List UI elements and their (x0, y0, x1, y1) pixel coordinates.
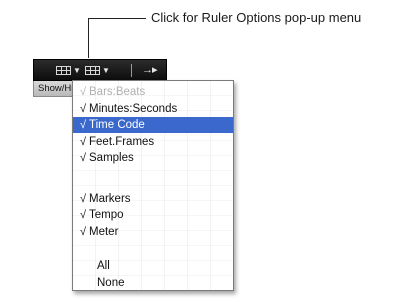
menu-item-label: Meter (89, 226, 119, 238)
ruler-options-menu: √ Bars:Beats √ Minutes:Seconds √ Time Code √ Fe… (72, 80, 234, 291)
menu-item-label: Minutes:Seconds (89, 103, 178, 115)
ruler-options-button[interactable]: ▼ (85, 65, 110, 76)
menu-item-label: Tempo (89, 209, 124, 221)
grid-view-icon (56, 66, 71, 75)
menu-item-bars-beats[interactable]: √ Bars:Beats (73, 84, 233, 100)
menu-item-samples[interactable]: √ Samples (73, 150, 233, 166)
menu-item-time-code[interactable]: √ Time Code (73, 117, 233, 133)
menu-item-meter[interactable]: √ Meter (73, 224, 233, 240)
ruler-view-button[interactable]: ▼ (56, 65, 81, 76)
nudge-arrow-icon[interactable]: →▸ (142, 63, 158, 77)
menu-item-feet-frames[interactable]: √ Feet.Frames (73, 134, 233, 150)
checkmark-icon: √ (79, 86, 87, 98)
menu-item-label: Feet.Frames (89, 136, 155, 148)
menu-item-markers[interactable]: √ Markers (73, 191, 233, 207)
checkmark-icon: √ (79, 226, 87, 238)
menu-item-label: Time Code (89, 119, 145, 131)
menu-item-all[interactable]: All (73, 258, 233, 274)
checkmark-icon: √ (79, 103, 87, 115)
checkmark-icon: √ (79, 119, 87, 131)
caret-down-icon: ▼ (73, 66, 81, 75)
toolbar-separator (131, 64, 132, 77)
checkmark-icon: √ (79, 209, 87, 221)
callout-line-horizontal (88, 18, 146, 19)
menu-item-label: Samples (89, 152, 134, 164)
menu-item-label: Bars:Beats (89, 86, 146, 98)
ruler-toolbar: ▼ ▼ →▸ (33, 59, 167, 81)
menu-item-tempo[interactable]: √ Tempo (73, 207, 233, 223)
caret-down-icon: ▼ (102, 66, 110, 75)
menu-item-label: All (97, 260, 110, 272)
menu-item-none[interactable]: None (73, 275, 233, 291)
grid-view-icon (85, 66, 100, 75)
checkmark-icon: √ (79, 152, 87, 164)
callout-line-vertical (88, 18, 89, 58)
checkmark-icon: √ (79, 193, 87, 205)
menu-item-label: Markers (89, 193, 131, 205)
menu-item-label: None (97, 277, 125, 289)
callout-text: Click for Ruler Options pop-up menu (151, 10, 362, 25)
menu-item-minutes-seconds[interactable]: √ Minutes:Seconds (73, 101, 233, 117)
checkmark-icon: √ (79, 136, 87, 148)
